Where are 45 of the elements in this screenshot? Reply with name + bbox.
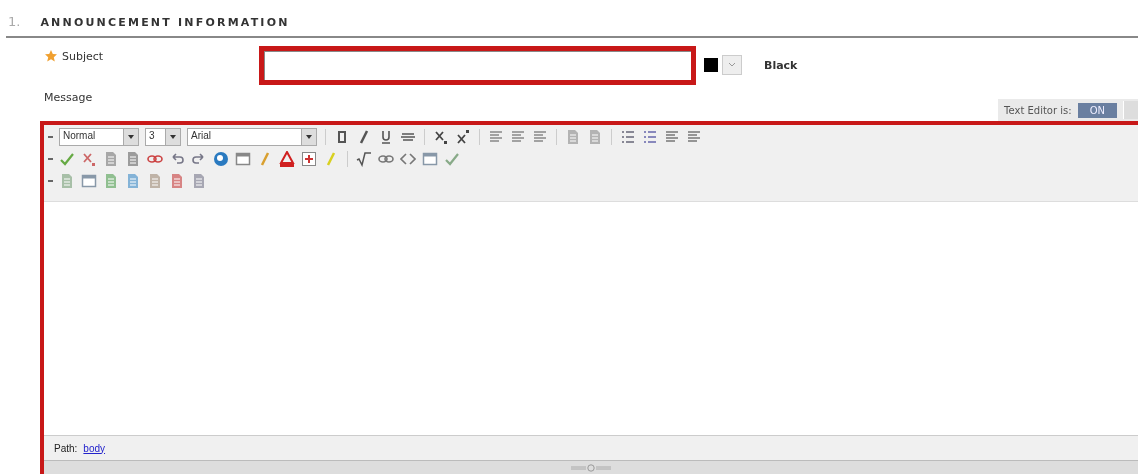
color-name: Black — [764, 58, 798, 72]
align-right-icon[interactable] — [532, 128, 548, 145]
document-icon[interactable] — [587, 128, 603, 145]
bullet-list-icon[interactable] — [642, 128, 658, 145]
message-label: Message — [43, 90, 93, 104]
square-root-icon[interactable] — [356, 150, 372, 167]
numbered-list-icon[interactable] — [620, 128, 636, 145]
undo-icon[interactable] — [169, 150, 185, 167]
color-dropdown-button[interactable] — [722, 55, 742, 75]
caret-down-icon — [169, 133, 177, 140]
insert-icon[interactable] — [301, 150, 317, 167]
document-icon[interactable] — [103, 172, 119, 189]
subject-label: Subject — [62, 49, 104, 63]
document-icon[interactable] — [125, 172, 141, 189]
caret-down-icon — [305, 133, 313, 140]
format-dropdown[interactable]: Normal — [59, 127, 139, 146]
align-center-icon[interactable] — [510, 128, 526, 145]
redo-icon[interactable] — [191, 150, 207, 167]
window-icon[interactable] — [422, 150, 438, 167]
copy-icon[interactable] — [103, 150, 119, 167]
font-color-icon[interactable] — [279, 150, 295, 167]
document-icon[interactable] — [169, 172, 185, 189]
code-icon[interactable] — [400, 150, 416, 167]
section-title: ANNOUNCEMENT INFORMATION — [40, 16, 290, 29]
path-link[interactable]: body — [83, 442, 106, 454]
caret-down-icon — [127, 133, 135, 140]
editor-toggle-button[interactable]: ON — [1077, 102, 1117, 118]
align-left-icon[interactable] — [488, 128, 504, 145]
size-dropdown[interactable]: 3 — [145, 127, 181, 146]
resize-handle-icon[interactable] — [571, 464, 611, 472]
font-dropdown[interactable]: Arial — [187, 127, 317, 146]
document-icon[interactable] — [565, 128, 581, 145]
document-icon[interactable] — [191, 172, 207, 189]
document-icon[interactable] — [147, 172, 163, 189]
subject-field[interactable] — [259, 45, 696, 85]
toggle-label: Text Editor is: — [1004, 104, 1072, 116]
paste-icon[interactable] — [125, 150, 141, 167]
section-number: 1. — [8, 14, 21, 29]
document-icon[interactable] — [59, 172, 75, 189]
table-icon[interactable] — [235, 150, 251, 167]
superscript-icon[interactable] — [455, 128, 471, 145]
chevron-down-icon — [728, 61, 736, 69]
toggle-handle[interactable] — [1123, 101, 1138, 119]
color-swatch[interactable] — [704, 58, 718, 72]
path-label: Path: — [54, 442, 78, 454]
